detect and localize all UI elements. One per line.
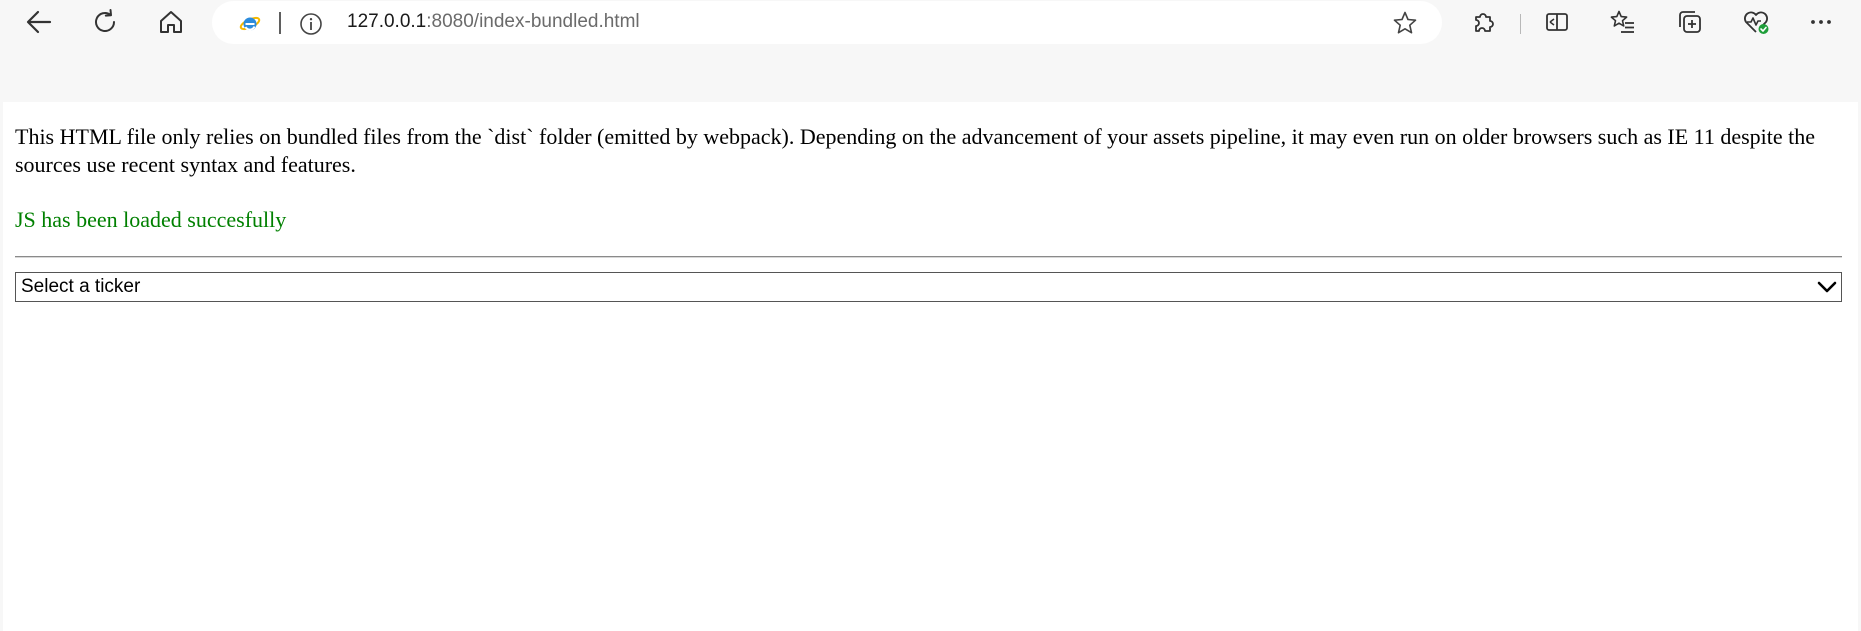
info-icon[interactable] <box>299 12 323 36</box>
js-status-message: JS has been loaded succesfully <box>15 207 287 232</box>
address-bar[interactable]: 127.0.0.1:8080/index-bundled.html <box>212 1 1442 44</box>
reload-button[interactable] <box>85 4 125 40</box>
back-button[interactable] <box>19 4 59 40</box>
browser-essentials-button[interactable] <box>1736 4 1776 40</box>
toolbar-divider <box>1520 14 1521 34</box>
browser-toolbar: 127.0.0.1:8080/index-bundled.html <box>0 0 1861 46</box>
more-button[interactable] <box>1801 4 1841 40</box>
url-text[interactable]: 127.0.0.1:8080/index-bundled.html <box>347 11 640 33</box>
back-arrow-icon <box>26 10 52 34</box>
home-button[interactable] <box>151 4 191 40</box>
intro-paragraph: This HTML file only relies on bundled fi… <box>15 124 1816 177</box>
ticker-select-value: Select a ticker <box>21 276 141 297</box>
favorites-list-icon <box>1610 10 1634 33</box>
browser-essentials-icon <box>1744 11 1769 34</box>
url-path: :8080/index-bundled.html <box>426 11 640 32</box>
puzzle-extension-icon <box>1475 13 1494 32</box>
split-screen-button[interactable] <box>1537 4 1577 40</box>
ticker-select[interactable]: Select a ticker <box>15 272 1842 302</box>
collections-icon <box>1679 11 1701 33</box>
home-icon <box>160 11 182 33</box>
star-icon[interactable] <box>1392 10 1418 36</box>
chevron-down-icon <box>1817 281 1837 293</box>
favorites-button[interactable] <box>1603 4 1643 40</box>
page-viewport: This HTML file only relies on bundled fi… <box>3 102 1858 631</box>
horizontal-rule <box>15 256 1842 258</box>
extensions-button[interactable] <box>1464 4 1504 40</box>
reload-icon <box>95 9 115 32</box>
collections-button[interactable] <box>1670 4 1710 40</box>
split-screen-icon <box>1546 13 1568 31</box>
internet-explorer-icon <box>239 16 261 31</box>
more-dots-icon <box>1811 20 1831 24</box>
url-host: 127.0.0.1 <box>347 11 427 32</box>
address-separator <box>279 12 281 34</box>
